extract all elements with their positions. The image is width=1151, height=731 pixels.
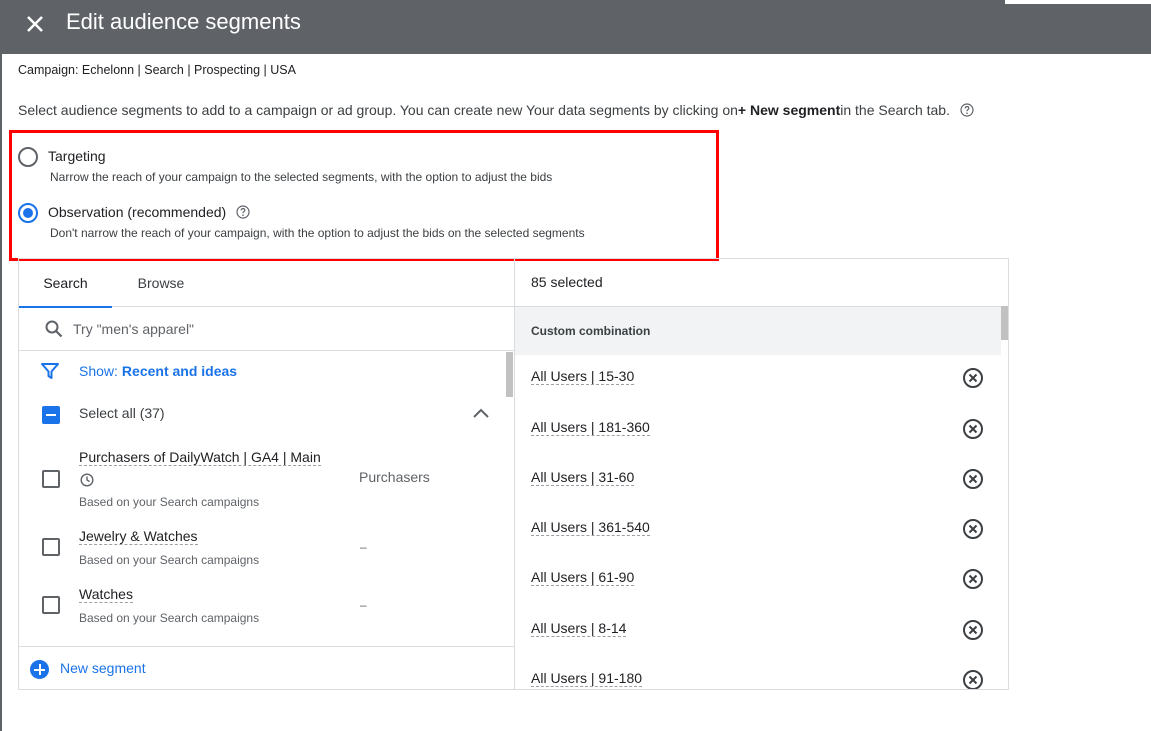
new-segment-row: New segment	[19, 646, 514, 689]
instructions-bold: + New segment	[737, 102, 841, 118]
selected-item-label[interactable]: All Users | 181-360	[531, 419, 650, 436]
tab-browse-label: Browse	[137, 275, 185, 291]
segment-subtitle: Based on your Search campaigns	[79, 495, 260, 509]
observation-label-wrap: Observation (recommended)	[48, 204, 250, 220]
segment-type: –	[360, 540, 367, 554]
tab-search[interactable]: Search	[19, 259, 112, 308]
instructions-text: Select audience segments to add to a cam…	[18, 101, 974, 119]
segment-title[interactable]: Purchasers of DailyWatch | GA4 | Main	[79, 449, 321, 466]
remove-circle-icon[interactable]	[962, 669, 984, 689]
search-input[interactable]	[73, 317, 493, 341]
remove-circle-icon[interactable]	[962, 568, 984, 590]
filter-icon	[41, 363, 59, 379]
instructions-before: Select audience segments to add to a cam…	[18, 102, 738, 118]
search-panel: Search Browse Show: Recent and ideas Sel…	[19, 259, 514, 689]
tab-search-label: Search	[43, 275, 88, 291]
selected-item: All Users | 361-540	[515, 506, 1001, 556]
remove-circle-icon[interactable]	[962, 418, 984, 440]
header-corner	[1005, 0, 1151, 4]
observation-description: Don't narrow the reach of your campaign,…	[50, 226, 585, 240]
targeting-option[interactable]: Targeting	[18, 147, 106, 167]
search-icon	[45, 320, 63, 338]
selected-item: All Users | 91-180	[515, 657, 1001, 689]
segment-title[interactable]: Watches	[79, 586, 133, 603]
segment-type: –	[360, 598, 367, 612]
close-button[interactable]	[22, 11, 48, 37]
segment-checkbox[interactable]	[42, 596, 60, 614]
tab-browse[interactable]: Browse	[116, 259, 206, 307]
selected-item: All Users | 61-90	[515, 556, 1001, 606]
show-filter[interactable]: Show: Recent and ideas	[41, 362, 237, 380]
segment-type: Purchasers	[359, 469, 430, 485]
observation-label: Observation (recommended)	[48, 204, 227, 220]
group-header: Custom combination	[515, 306, 1001, 355]
segment-list-scrollbar[interactable]	[506, 352, 513, 397]
remove-circle-icon[interactable]	[962, 468, 984, 490]
selected-count: 85 selected	[531, 274, 603, 290]
segment-checkbox[interactable]	[42, 538, 60, 556]
add-circle-icon[interactable]	[30, 660, 49, 679]
clock-icon	[80, 473, 94, 487]
remove-circle-icon[interactable]	[962, 518, 984, 540]
observation-option[interactable]: Observation (recommended)	[18, 203, 250, 223]
observation-radio[interactable]	[18, 203, 38, 223]
selected-item-label[interactable]: All Users | 31-60	[531, 469, 635, 486]
targeting-label: Targeting	[48, 148, 106, 164]
targeting-description: Narrow the reach of your campaign to the…	[50, 170, 553, 184]
new-segment-button[interactable]: New segment	[60, 660, 146, 676]
selected-panel: 85 selected Custom combination All Users…	[514, 259, 1008, 689]
selected-list-scrollbar[interactable]	[1001, 306, 1008, 340]
instructions-after: in the Search tab.	[840, 102, 950, 118]
select-all-checkbox[interactable]	[42, 406, 60, 424]
selected-item-label[interactable]: All Users | 8-14	[531, 620, 627, 637]
dialog-title: Edit audience segments	[66, 9, 301, 34]
tab-bar: Search Browse	[19, 259, 514, 308]
remove-circle-icon[interactable]	[962, 619, 984, 641]
selected-item: All Users | 181-360	[515, 406, 1001, 456]
dialog-header: Edit audience segments	[0, 0, 1151, 54]
observation-help-icon[interactable]	[236, 205, 250, 219]
select-all-label: Select all (37)	[79, 405, 165, 421]
help-icon[interactable]	[960, 103, 974, 117]
selected-item-label[interactable]: All Users | 15-30	[531, 368, 635, 385]
campaign-name: Campaign: Echelonn | Search | Prospectin…	[18, 63, 296, 77]
group-header-label: Custom combination	[531, 324, 651, 338]
selected-item-label[interactable]: All Users | 361-540	[531, 519, 650, 536]
show-filter-label: Show:	[79, 363, 118, 379]
chevron-up-icon[interactable]	[471, 406, 491, 420]
segment-subtitle: Based on your Search campaigns	[79, 611, 260, 625]
highlight-box	[9, 130, 719, 261]
selected-item-label[interactable]: All Users | 61-90	[531, 569, 635, 586]
selected-item: All Users | 15-30	[515, 355, 1001, 405]
search-bar	[19, 307, 514, 351]
close-icon	[27, 16, 43, 32]
remove-circle-icon[interactable]	[962, 367, 984, 389]
window-edge	[0, 54, 2, 731]
selected-item: All Users | 31-60	[515, 456, 1001, 506]
segment-title[interactable]: Jewelry & Watches	[79, 528, 198, 545]
selected-item-label[interactable]: All Users | 91-180	[531, 670, 643, 687]
selected-item: All Users | 8-14	[515, 607, 1001, 657]
segment-subtitle: Based on your Search campaigns	[79, 553, 260, 567]
show-filter-value: Recent and ideas	[121, 363, 238, 379]
segment-checkbox[interactable]	[42, 470, 60, 488]
targeting-radio[interactable]	[18, 147, 38, 167]
segments-panel: Search Browse Show: Recent and ideas Sel…	[18, 258, 1009, 690]
